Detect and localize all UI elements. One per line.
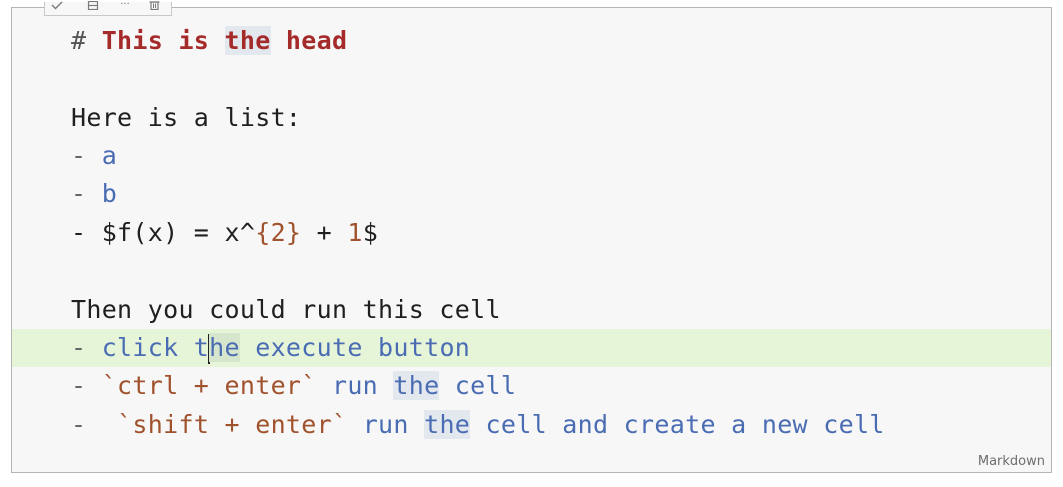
list-dash: - <box>71 410 118 439</box>
list-item-text: run <box>347 410 425 439</box>
heading-text-part: This is <box>101 26 225 55</box>
editor-line-11: - `shift + enter` run the cell and creat… <box>12 406 1051 444</box>
cell-toolbar: ··· <box>44 0 172 16</box>
list-item-text: execute button <box>239 333 471 362</box>
paragraph-text: Then you could run this cell <box>71 295 501 324</box>
inline-code: `ctrl + enter` <box>101 371 317 400</box>
list-item-text: b <box>101 179 118 208</box>
list-dash: - <box>71 141 102 170</box>
list-item-text: cell <box>439 371 517 400</box>
editor-line-6: - $f(x) = x^{2} + 1$ <box>12 214 1051 252</box>
list-item-text: click t <box>101 333 210 362</box>
math-operator: + <box>301 218 348 247</box>
check-icon[interactable] <box>49 0 65 10</box>
list-item-text: cell and create a new cell <box>470 410 885 439</box>
list-item-text: a <box>101 141 118 170</box>
list-dash: - <box>71 179 102 208</box>
heading-text-part: head <box>270 26 348 55</box>
list-dash: - <box>71 371 102 400</box>
cell-language-indicator[interactable]: Markdown <box>978 454 1045 469</box>
word-highlight: he <box>209 333 240 362</box>
math-number: 1 <box>347 218 363 247</box>
editor-line-3: Here is a list: <box>12 99 1051 137</box>
list-dash: - <box>71 333 102 362</box>
heading-text-highlight: the <box>224 26 271 55</box>
more-icon[interactable]: ··· <box>117 0 133 10</box>
editor-line-9-current: - click the execute button <box>12 329 1051 367</box>
list-item-text: run <box>316 371 394 400</box>
editor-line-1: # This is the head <box>12 22 1051 60</box>
editor-line-10: - `ctrl + enter` run the cell <box>12 367 1051 405</box>
markdown-editor[interactable]: # This is the head Here is a list: - a -… <box>12 8 1051 472</box>
math-delimiter: $ <box>362 218 379 247</box>
math-exponent: {2} <box>255 218 302 247</box>
inline-code: `shift + enter` <box>117 410 348 439</box>
heading-hash: # <box>71 26 102 55</box>
trash-icon[interactable] <box>146 0 162 10</box>
split-icon[interactable] <box>85 0 101 10</box>
markdown-cell[interactable]: ··· # This is the head Here is a list: -… <box>11 0 1052 473</box>
word-highlight: the <box>424 410 471 439</box>
editor-line-4: - a <box>12 137 1051 175</box>
editor-line-8: Then you could run this cell <box>12 291 1051 329</box>
editor-line-5: - b <box>12 175 1051 213</box>
math-expression: - $f(x) = x^ <box>71 218 256 247</box>
paragraph-text: Here is a list: <box>71 103 302 132</box>
word-highlight: the <box>393 371 440 400</box>
